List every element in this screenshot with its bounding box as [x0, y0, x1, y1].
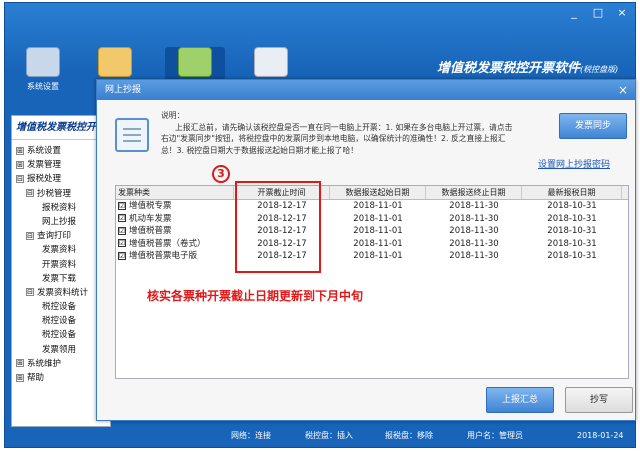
cell-start-date: 2018-11-01 — [353, 226, 403, 236]
cell-end-date: 2018-11-30 — [449, 213, 499, 224]
tree-node-label: 报税资料 — [42, 202, 77, 213]
tree-node-label: 税控设备 — [42, 302, 77, 313]
tree-node-label: 开票资料 — [42, 259, 77, 270]
step-number-badge: 3 — [212, 165, 230, 183]
set-password-link[interactable]: 设置网上抄报密码 — [538, 157, 610, 170]
cell-start-date: 2018-11-01 — [353, 251, 403, 261]
table-header: 发票种类 开票截止时间 数据报送起始日期 数据报送终止日期 最新报税日期 — [116, 186, 628, 200]
note-text: 说明： 上报汇总前，请先确认该税控盘是否一直在同一电脑上开票：1. 如果在多台电… — [161, 110, 519, 156]
cell-end-date: 2018-11-30 — [449, 226, 499, 236]
cell-invoice-type: ☑ 增值税普票（卷式） — [116, 238, 234, 251]
status-network: 网络：连接 — [231, 431, 271, 440]
column-header: 发票种类 — [116, 186, 234, 199]
tree-node-label: 报税处理 — [27, 174, 62, 185]
expand-icon[interactable]: ⊟ — [26, 288, 34, 297]
table-row[interactable]: ☑ 增值税普票电子版 2018-12-17 2018-11-01 2018-11-30 2… — [116, 250, 628, 263]
cell-latest-date: 2018-10-31 — [547, 251, 597, 261]
cell-invoice-type: ☑ 增值税普票电子版 — [116, 250, 234, 263]
cell-start-date: 2018-11-01 — [353, 213, 403, 224]
cell-latest-date: 2018-10-31 — [547, 226, 597, 236]
close-button[interactable]: × — [613, 6, 631, 20]
tree-node-label: 发票资料统计 — [37, 287, 89, 298]
maximize-button[interactable]: □ — [589, 6, 607, 20]
tree-node-label: 发票管理 — [27, 160, 62, 171]
highlight-box — [235, 181, 321, 273]
app-edition: (税控盘版) — [580, 65, 619, 74]
invoice-type-label: 增值税普票（卷式） — [129, 238, 206, 249]
table-row[interactable]: ☑ 增值税普票 2018-12-17 2018-11-01 2018-11-30 2018… — [116, 225, 628, 238]
app-title-text: 增值税发票税控开票软件 — [437, 61, 581, 76]
minimize-button[interactable]: _ — [565, 6, 583, 20]
tree-node-label: 发票资料 — [42, 245, 77, 256]
status-user: 用户名：管理员 — [467, 431, 523, 440]
cell-start-date: 2018-11-01 — [353, 238, 403, 249]
table-row[interactable]: ☑ 增值税专票 2018-12-17 2018-11-01 2018-11-30 2018… — [116, 200, 628, 213]
dialog-title: 网上抄报 — [97, 80, 635, 100]
expand-icon[interactable]: ⊟ — [26, 231, 34, 240]
row-checkbox[interactable]: ☑ — [118, 226, 126, 235]
tree-node-label: 网上抄报 — [42, 216, 77, 227]
tree-node-label: 帮助 — [27, 373, 45, 383]
cell-latest-date: 2018-10-31 — [547, 201, 597, 211]
report-summary-button[interactable]: 上报汇总 — [486, 387, 554, 413]
app-title: 增值税发票税控开票软件(税控盘版) — [437, 57, 618, 76]
tree-node-label: 系统设置 — [27, 146, 62, 156]
cell-invoice-type: ☑ 机动车发票 — [116, 213, 234, 226]
tree-node-label: 查询打印 — [37, 231, 72, 242]
cell-invoice-type: ☑ 增值税普票 — [116, 225, 234, 238]
tree-node-label: 税控设备 — [42, 316, 77, 327]
cell-latest-date: 2018-10-31 — [547, 213, 597, 224]
expand-icon[interactable]: ⊞ — [16, 146, 24, 155]
expand-icon[interactable]: ⊞ — [16, 373, 24, 382]
annotation-text: 核实各票种开票截止日期更新到下月中旬 — [147, 289, 364, 303]
row-checkbox[interactable]: ☑ — [118, 251, 126, 260]
tree-node-label: 发票下载 — [42, 273, 77, 284]
column-header: 数据报送终止日期 — [426, 186, 522, 199]
tree-node-label: 发票领用 — [42, 344, 77, 355]
dialog-close-button[interactable]: × — [615, 82, 631, 98]
column-header: 数据报送起始日期 — [330, 186, 426, 199]
invoice-type-label: 增值税普票 — [129, 226, 172, 236]
expand-icon[interactable]: ⊟ — [16, 174, 24, 183]
toolbar-label: 系统设置 — [27, 82, 59, 91]
folder-icon — [98, 47, 132, 77]
tools-icon — [254, 47, 288, 77]
cell-invoice-type: ☑ 增值税专票 — [116, 200, 234, 213]
column-header: 最新报税日期 — [522, 186, 622, 199]
invoice-type-label: 增值税普票电子版 — [129, 251, 198, 261]
tree-node-label: 税控设备 — [42, 330, 77, 341]
tree-node-label: 抄税管理 — [37, 188, 72, 199]
copy-tax-button[interactable]: 抄写 — [565, 387, 633, 413]
toolbar-system-settings[interactable]: 系统设置 — [13, 47, 73, 99]
invoice-table: 发票种类 开票截止时间 数据报送起始日期 数据报送终止日期 最新报税日期 ☑ 增值… — [115, 185, 629, 379]
expand-icon[interactable]: ⊞ — [16, 359, 24, 368]
status-date: 2018-01-24 — [577, 431, 624, 440]
invoice-type-label: 增值税专票 — [129, 201, 172, 211]
cell-end-date: 2018-11-30 — [449, 238, 499, 249]
row-checkbox[interactable]: ☑ — [118, 214, 126, 222]
status-tax-disk: 税控盘：插入 — [305, 431, 353, 440]
note-heading: 说明： — [161, 111, 185, 120]
table-row[interactable]: ☑ 机动车发票 2018-12-17 2018-11-01 2018-11-30 2018… — [116, 213, 628, 226]
cell-latest-date: 2018-10-31 — [547, 238, 597, 249]
row-checkbox[interactable]: ☑ — [118, 201, 126, 210]
note-body: 上报汇总前，请先确认该税控盘是否一直在同一电脑上开票：1. 如果在多台电脑上开过… — [161, 122, 513, 155]
tree-node-label: 系统维护 — [27, 358, 62, 369]
cell-start-date: 2018-11-01 — [353, 201, 403, 211]
upload-report-dialog: 网上抄报 × 说明： 上报汇总前，请先确认该税控盘是否一直在同一电脑上开票：1.… — [96, 79, 636, 421]
row-checkbox[interactable]: ☑ — [118, 239, 126, 247]
table-row[interactable]: ☑ 增值税普票（卷式） 2018-12-17 2018-11-01 2018-11-30… — [116, 238, 628, 251]
note-icon — [115, 118, 149, 152]
cell-end-date: 2018-11-30 — [449, 201, 499, 211]
invoice-type-label: 机动车发票 — [129, 213, 172, 224]
copy-report-icon — [178, 47, 212, 77]
invoice-sync-button[interactable]: 发票同步 — [559, 113, 627, 139]
expand-icon[interactable]: ⊟ — [26, 189, 34, 198]
cell-end-date: 2018-11-30 — [449, 251, 499, 261]
expand-icon[interactable]: ⊞ — [16, 160, 24, 169]
table-body: ☑ 增值税专票 2018-12-17 2018-11-01 2018-11-30 2018… — [116, 200, 628, 263]
status-bar: 网络：连接 税控盘：插入 报税盘：移除 用户名：管理员 2018-01-24 — [5, 425, 635, 447]
status-report-disk: 报税盘：移除 — [385, 431, 433, 440]
settings-icon — [26, 47, 60, 77]
